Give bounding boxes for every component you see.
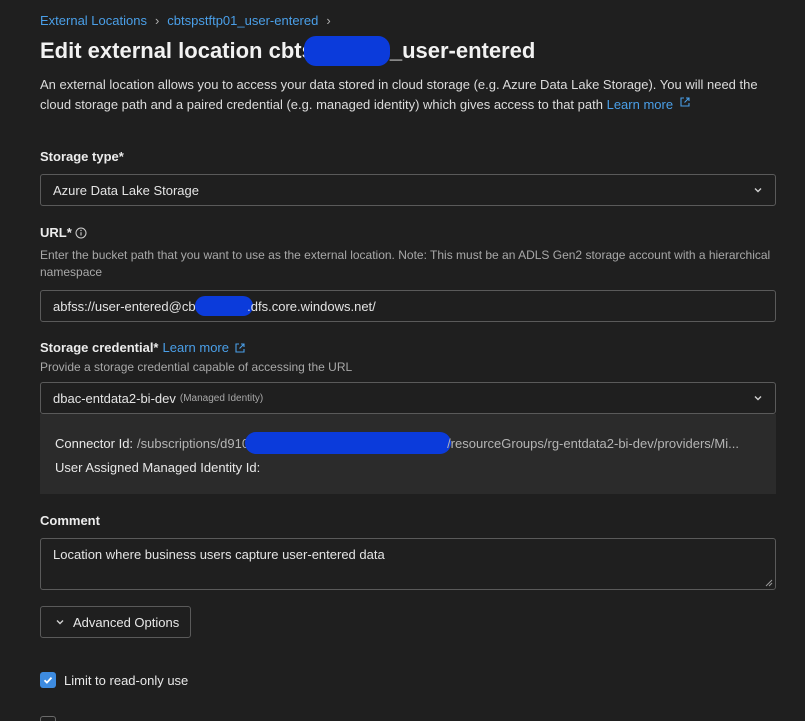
external-link-icon[interactable]: [235, 342, 245, 353]
url-help: Enter the bucket path that you want to u…: [40, 248, 771, 279]
learn-more-link[interactable]: Learn more: [607, 97, 673, 112]
storage-type-value: Azure Data Lake Storage: [53, 182, 199, 198]
advanced-options-label: Advanced Options: [73, 614, 180, 630]
chevron-down-icon: [56, 620, 64, 625]
managed-identity-row: User Assigned Managed Identity Id:: [55, 460, 260, 475]
checkmark-icon: [43, 676, 53, 684]
page-description: An external location allows you to acces…: [40, 75, 780, 115]
page-title-prefix: Edit external location cbts: [40, 38, 314, 63]
url-value-prefix: abfss://user-entered@cbt: [53, 298, 200, 314]
breadcrumb: External Locations › cbtspstftp01_user-e…: [40, 13, 339, 28]
credential-type-tag: (Managed Identity): [179, 392, 264, 404]
chevron-down-icon: [754, 188, 762, 193]
storage-credential-value: dbac-entdata2-bi-dev: [53, 390, 176, 406]
page-title-suffix: _user-entered: [389, 38, 536, 63]
comment-label: Comment: [40, 513, 100, 528]
connector-id-row: Connector Id: /subscriptions/d910 /resou…: [55, 432, 739, 454]
storage-type-select[interactable]: Azure Data Lake Storage: [40, 174, 776, 206]
storage-credential-label: Storage credential*: [40, 340, 159, 355]
url-value-suffix: .dfs.core.windows.net/: [247, 298, 376, 314]
breadcrumb-external-locations[interactable]: External Locations: [40, 13, 147, 28]
url-input[interactable]: abfss://user-entered@cbt .dfs.core.windo…: [40, 290, 776, 322]
connector-id-label: Connector Id:: [55, 435, 134, 451]
storage-type-label: Storage type*: [40, 149, 124, 164]
read-only-label: Limit to read-only use: [64, 673, 189, 688]
storage-credential-label-row: Storage credential* Learn more: [40, 340, 245, 355]
storage-credential-select[interactable]: dbac-entdata2-bi-dev (Managed Identity): [40, 382, 776, 414]
url-label-row: URL*: [40, 225, 87, 240]
credential-learn-more-link[interactable]: Learn more: [163, 340, 229, 355]
connector-id-prefix: /subscriptions/d910: [137, 435, 250, 451]
credential-details-panel: Connector Id: /subscriptions/d910 /resou…: [40, 414, 776, 494]
edit-external-location-page: External Locations › cbtspstftp01_user-e…: [0, 0, 805, 721]
resize-handle-icon[interactable]: [764, 578, 773, 587]
page-title: Edit external location cbts _user-entere…: [40, 36, 535, 66]
connector-id-suffix: /resourceGroups/rg-entdata2-bi-dev/provi…: [447, 435, 739, 451]
read-only-checkbox[interactable]: [40, 672, 56, 688]
breadcrumb-separator: ›: [326, 13, 331, 28]
info-icon[interactable]: [75, 227, 87, 239]
redaction-mark: [303, 36, 390, 66]
breadcrumb-separator: ›: [154, 13, 160, 28]
comment-value: Location where business users capture us…: [53, 547, 385, 562]
chevron-down-icon: [754, 396, 762, 401]
url-label: URL*: [40, 225, 72, 240]
advanced-options-button[interactable]: Advanced Options: [40, 606, 191, 638]
redaction-mark: [245, 432, 452, 454]
redaction-mark: [195, 296, 254, 316]
comment-textarea[interactable]: Location where business users capture us…: [40, 538, 776, 590]
storage-credential-help: Provide a storage credential capable of …: [40, 360, 353, 374]
external-link-icon[interactable]: [680, 97, 690, 107]
next-option-checkbox[interactable]: [40, 716, 56, 721]
breadcrumb-location[interactable]: cbtspstftp01_user-entered: [167, 13, 318, 28]
managed-identity-label: User Assigned Managed Identity Id:: [55, 460, 261, 475]
